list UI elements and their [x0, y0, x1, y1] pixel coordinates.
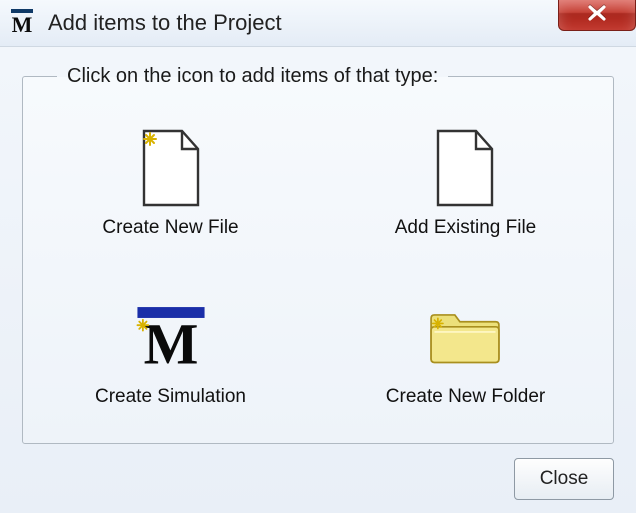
new-folder-icon — [426, 296, 504, 378]
svg-text:M: M — [143, 311, 198, 376]
close-icon — [582, 5, 612, 21]
create-new-file-label: Create New File — [102, 217, 238, 239]
close-button[interactable]: Close — [514, 458, 614, 500]
add-existing-file-item[interactable]: Add Existing File — [385, 121, 547, 245]
new-file-icon — [132, 127, 210, 209]
items-grid: Create New File Add Existing File — [43, 114, 593, 421]
titlebar: M Add items to the Project — [0, 0, 636, 47]
create-simulation-item[interactable]: M Create Simulation — [85, 290, 256, 414]
app-icon: M — [10, 9, 34, 37]
create-new-folder-label: Create New Folder — [386, 386, 545, 408]
create-simulation-label: Create Simulation — [95, 386, 246, 408]
close-button-label: Close — [540, 468, 589, 490]
add-existing-file-label: Add Existing File — [395, 217, 537, 239]
window-close-button[interactable] — [558, 0, 636, 31]
existing-file-icon — [426, 127, 504, 209]
create-new-file-item[interactable]: Create New File — [92, 121, 248, 245]
add-items-group: Click on the icon to add items of that t… — [22, 65, 614, 444]
create-new-folder-item[interactable]: Create New Folder — [376, 290, 555, 414]
simulation-icon: M — [132, 296, 210, 378]
client-area: Click on the icon to add items of that t… — [0, 47, 636, 513]
dialog-button-row: Close — [22, 458, 614, 500]
window-title: Add items to the Project — [48, 10, 282, 36]
group-legend: Click on the icon to add items of that t… — [57, 65, 448, 88]
